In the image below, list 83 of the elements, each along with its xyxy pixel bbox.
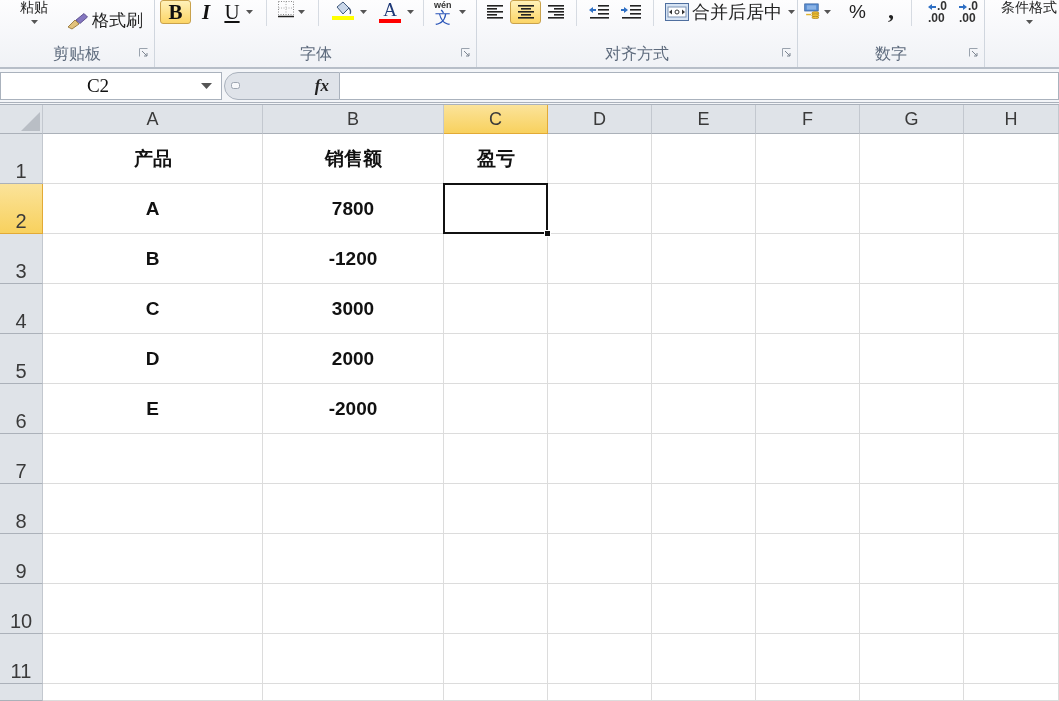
- column-header[interactable]: F: [756, 105, 860, 134]
- arrow-icon: [927, 3, 936, 10]
- insert-function-button[interactable]: fx: [312, 75, 331, 96]
- group-label: 剪贴板: [53, 44, 101, 63]
- underline-button[interactable]: U: [221, 0, 243, 24]
- borders-icon[interactable]: [277, 0, 295, 18]
- caret-icon[interactable]: [1025, 20, 1033, 24]
- money-icon[interactable]: [804, 0, 822, 22]
- caret-icon[interactable]: [246, 10, 253, 14]
- arrow-icon: [959, 3, 967, 10]
- active-cell[interactable]: [443, 183, 548, 234]
- row-header[interactable]: 6: [0, 384, 43, 434]
- group-label: 数字: [875, 44, 907, 63]
- caret-icon[interactable]: [458, 10, 466, 14]
- column-header[interactable]: G: [860, 105, 964, 134]
- triangle-icon: [20, 111, 40, 131]
- caret-icon[interactable]: [298, 10, 305, 14]
- column-header[interactable]: E: [652, 105, 756, 134]
- merge-cells-icon: [665, 3, 689, 21]
- table-cell: -1200: [263, 234, 444, 284]
- format-painter-button[interactable]: 格式刷: [64, 9, 146, 33]
- table-cell: B: [43, 234, 263, 284]
- table-cell: 销售额: [263, 134, 444, 184]
- row-header[interactable]: 4: [0, 284, 43, 334]
- caret-icon[interactable]: [824, 10, 832, 14]
- fill-handle[interactable]: [544, 230, 551, 237]
- dialog-launcher-icon[interactable]: [782, 48, 791, 57]
- row-header[interactable]: 8: [0, 484, 43, 534]
- paste-button[interactable]: 粘贴: [6, 0, 62, 32]
- table-cell: A: [43, 184, 263, 234]
- formula-input-field[interactable]: [340, 71, 1059, 100]
- conditional-formatting-button[interactable]: 条件格式: [993, 0, 1059, 32]
- dialog-launcher-icon[interactable]: [969, 48, 978, 57]
- caret-icon[interactable]: [201, 82, 212, 89]
- decrease-indent-icon: [588, 4, 610, 20]
- align-center-icon: [516, 4, 535, 20]
- font-color-button[interactable]: A: [376, 0, 404, 24]
- row-header[interactable]: 11: [0, 634, 43, 684]
- dialog-launcher-icon[interactable]: [139, 48, 148, 57]
- row-header[interactable]: 5: [0, 334, 43, 384]
- caret-icon[interactable]: [407, 10, 414, 14]
- table-cell: D: [43, 334, 263, 384]
- table-cell: E: [43, 384, 263, 434]
- percent-button[interactable]: %: [846, 0, 869, 24]
- paint-bucket-icon: [334, 1, 352, 15]
- caret-icon[interactable]: [360, 10, 367, 14]
- decrease-decimal-button[interactable]: .0 .00: [956, 0, 981, 26]
- table-cell: 盈亏: [444, 134, 548, 184]
- bold-button[interactable]: B: [160, 0, 191, 24]
- align-center-button[interactable]: [510, 0, 541, 24]
- align-right-icon: [547, 4, 565, 20]
- table-cell: 7800: [263, 184, 444, 234]
- table-cell: -2000: [263, 384, 444, 434]
- italic-button[interactable]: I: [195, 0, 217, 24]
- row-header[interactable]: 3: [0, 234, 43, 284]
- group-label: 字体: [299, 44, 332, 63]
- caret-icon[interactable]: [788, 10, 795, 14]
- align-left-icon: [486, 4, 504, 20]
- row-header[interactable]: 2: [0, 184, 43, 234]
- table-cell: 产品: [43, 134, 263, 184]
- row-header[interactable]: 9: [0, 534, 43, 584]
- column-header[interactable]: C: [444, 105, 548, 134]
- column-header[interactable]: B: [263, 105, 444, 134]
- table-cell: 3000: [263, 284, 444, 334]
- increase-decimal-button[interactable]: .0 .00: [924, 0, 950, 26]
- phonetic-button[interactable]: wén 文: [430, 0, 456, 24]
- name-box[interactable]: C2: [0, 71, 222, 100]
- caret-icon[interactable]: [30, 20, 38, 24]
- group-label: 对齐方式: [605, 44, 669, 63]
- increase-indent-icon: [620, 4, 642, 20]
- comma-button[interactable]: ,: [880, 0, 901, 24]
- column-header[interactable]: A: [43, 105, 263, 134]
- merge-center-button[interactable]: 合并后居中: [662, 0, 785, 24]
- row-header[interactable]: 1: [0, 134, 43, 184]
- dialog-launcher-icon[interactable]: [461, 48, 470, 57]
- grip-icon[interactable]: [231, 82, 240, 89]
- paintbrush-icon: [67, 12, 89, 30]
- table-cell: 2000: [263, 334, 444, 384]
- row-header[interactable]: 7: [0, 434, 43, 484]
- row-header[interactable]: 10: [0, 584, 43, 634]
- column-header[interactable]: H: [964, 105, 1059, 134]
- table-cell: C: [43, 284, 263, 334]
- column-header[interactable]: D: [548, 105, 652, 134]
